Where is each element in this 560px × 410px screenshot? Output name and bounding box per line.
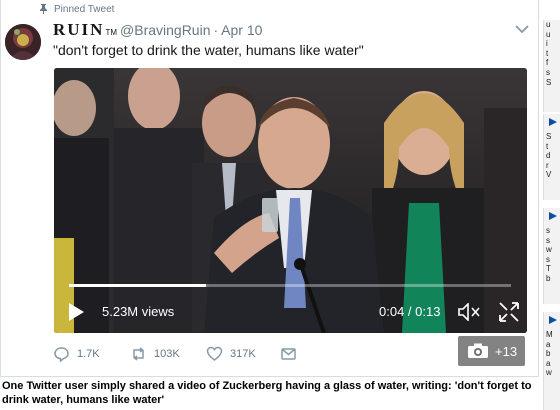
sidebar-item-text: u u i t f s S — [546, 20, 552, 87]
sidebar-item-2[interactable]: S t d r V — [543, 114, 560, 200]
retweet-icon — [133, 347, 144, 361]
reply-count: 1.7K — [77, 348, 100, 360]
separator: · — [213, 22, 219, 38]
image-caption: One Twitter user simply shared a video o… — [2, 380, 532, 406]
envelope-icon — [281, 348, 296, 360]
sidebar-item-text: S t d r V — [546, 132, 552, 180]
embedded-tweet: Pinned Tweet RUIN TM @BravingRuin · Apr … — [0, 0, 539, 377]
related-sidebar: u u i t f s S S t d r V s s w s T b M a … — [543, 0, 560, 410]
sidebar-item-1[interactable]: u u i t f s S — [543, 20, 560, 112]
user-handle[interactable]: @BravingRuin — [120, 22, 210, 38]
reply-icon — [54, 347, 69, 362]
sidebar-item-4[interactable]: M a b a w — [543, 312, 560, 410]
play-icon[interactable] — [67, 302, 85, 322]
photo-count: +13 — [495, 343, 518, 359]
message-button[interactable] — [280, 346, 297, 362]
sidebar-item-text: M a b a w — [546, 330, 553, 378]
tweet-header: RUIN TM @BravingRuin · Apr 10 — [53, 20, 262, 40]
like-count: 317K — [230, 348, 256, 360]
arrow-icon — [549, 212, 557, 220]
avatar-image — [5, 24, 41, 60]
camera-icon — [468, 343, 488, 358]
pinned-label: Pinned Tweet — [54, 3, 115, 15]
expand-icon[interactable] — [498, 301, 520, 323]
heart-icon — [206, 346, 223, 361]
article-page: Pinned Tweet RUIN TM @BravingRuin · Apr … — [0, 0, 560, 410]
video-controls: 5.23M views 0:04 / 0:13 — [54, 68, 527, 333]
video-player[interactable]: 5.23M views 0:04 / 0:13 — [54, 68, 527, 333]
arrow-icon — [549, 118, 557, 126]
retweet-button[interactable]: 103K — [130, 346, 180, 362]
tweet-text: "don't forget to drink the water, humans… — [53, 42, 364, 58]
pin-icon — [40, 4, 47, 14]
retweet-count: 103K — [154, 348, 180, 360]
avatar[interactable] — [5, 24, 41, 60]
tweet-date[interactable]: Apr 10 — [221, 22, 262, 38]
progress-fill — [69, 284, 207, 287]
sidebar-item-3[interactable]: s s w s T b — [543, 208, 560, 304]
sidebar-item-text: s s w s T b — [546, 226, 552, 283]
video-time: 0:04 / 0:13 — [379, 304, 441, 319]
progress-bar[interactable] — [69, 284, 511, 287]
mute-icon[interactable] — [458, 303, 480, 321]
arrow-icon — [549, 316, 557, 324]
photo-gallery-badge[interactable]: +13 — [458, 336, 525, 366]
display-name[interactable]: RUIN — [53, 20, 104, 40]
reply-button[interactable]: 1.7K — [53, 346, 100, 362]
pinned-indicator: Pinned Tweet — [39, 2, 114, 16]
trademark-mark: TM — [105, 28, 118, 37]
chevron-down-icon[interactable] — [515, 24, 529, 34]
like-button[interactable]: 317K — [206, 346, 256, 362]
view-count: 5.23M views — [102, 304, 175, 319]
